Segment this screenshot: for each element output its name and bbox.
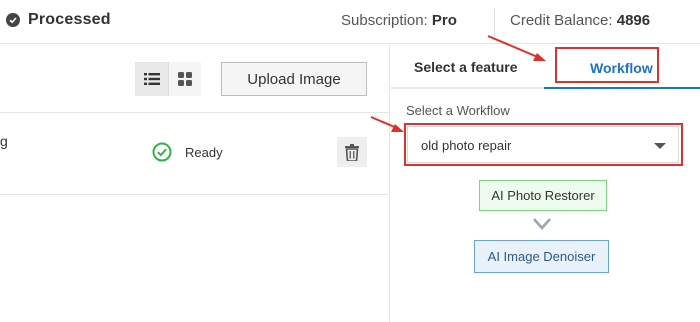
- image-row[interactable]: g Ready: [0, 113, 390, 195]
- header-divider: [494, 8, 495, 36]
- annotation-box-workflow-tab: [555, 47, 659, 83]
- grid-view-button[interactable]: [168, 62, 201, 96]
- credit-label: Credit Balance:: [510, 12, 613, 29]
- view-toggle: [135, 62, 202, 96]
- list-icon: [143, 73, 160, 85]
- trash-icon: [345, 143, 359, 161]
- workflow-step-image-denoiser: AI Image Denoiser: [474, 240, 609, 273]
- list-toolbar: Upload Image: [0, 45, 390, 113]
- delete-button[interactable]: [337, 137, 367, 167]
- feature-tabs: Select a feature Workflow: [391, 45, 700, 89]
- file-name: g: [0, 133, 8, 149]
- status-ready-label: Ready: [185, 145, 223, 160]
- credit-balance: Credit Balance: 4896: [510, 12, 650, 29]
- subscription-value: Pro: [431, 12, 457, 29]
- chevron-down-icon: [533, 218, 551, 230]
- check-circle-icon: [6, 13, 20, 27]
- subscription-label: Subscription:: [341, 12, 428, 29]
- tab-select-feature[interactable]: Select a feature: [414, 59, 518, 75]
- status-indicator: Processed: [6, 11, 111, 29]
- annotation-box-workflow-select: [404, 123, 683, 166]
- status-label: Processed: [28, 11, 111, 28]
- image-list-panel: Upload Image g Ready: [0, 45, 390, 322]
- top-bar: Processed Subscription: Pro Credit Balan…: [0, 0, 700, 44]
- workflow-select-label: Select a Workflow: [406, 103, 510, 118]
- credit-value: 4896: [616, 12, 651, 29]
- feature-panel: Select a feature Workflow Select a Workf…: [391, 45, 700, 322]
- workflow-step-photo-restorer: AI Photo Restorer: [479, 180, 607, 211]
- grid-icon: [178, 72, 192, 86]
- check-circle-icon: [152, 142, 172, 162]
- list-view-button[interactable]: [135, 62, 168, 96]
- subscription-info: Subscription: Pro: [341, 12, 457, 29]
- upload-image-button[interactable]: Upload Image: [221, 62, 367, 96]
